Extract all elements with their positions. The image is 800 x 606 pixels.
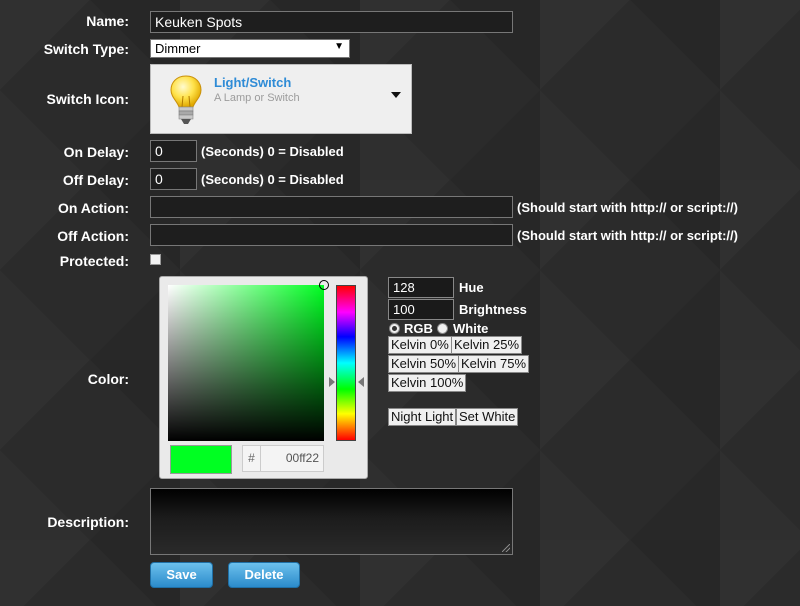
protected-checkbox[interactable]	[150, 254, 161, 265]
set-white-button[interactable]: Set White	[456, 408, 519, 426]
on-delay-input[interactable]: 0	[150, 140, 197, 162]
white-radio[interactable]	[437, 323, 448, 334]
hue-slider-right-arrow-icon	[358, 377, 364, 387]
on-delay-hint: (Seconds) 0 = Disabled	[201, 144, 344, 159]
on-delay-label: On Delay:	[63, 144, 129, 160]
saturation-brightness-area[interactable]	[168, 280, 329, 441]
switch-type-value: Dimmer	[155, 41, 201, 56]
description-label: Description:	[47, 514, 129, 530]
dropdown-arrow-icon	[391, 92, 401, 98]
protected-label: Protected:	[59, 253, 129, 269]
description-textarea[interactable]	[150, 488, 513, 555]
kelvin-100-button[interactable]: Kelvin 100%	[388, 374, 467, 392]
switch-type-label: Switch Type:	[43, 41, 129, 57]
hue-slider[interactable]	[336, 285, 356, 441]
color-label: Color:	[87, 371, 129, 387]
name-input[interactable]: Keuken Spots	[150, 11, 513, 33]
rgb-radio-label: RGB	[404, 321, 433, 336]
white-radio-label: White	[453, 321, 489, 336]
switch-icon-label: Switch Icon:	[46, 91, 129, 107]
on-action-label: On Action:	[57, 200, 129, 216]
on-action-input[interactable]	[150, 196, 513, 218]
kelvin-25-button[interactable]: Kelvin 25%	[451, 336, 523, 354]
off-action-label: Off Action:	[57, 228, 129, 244]
off-delay-hint: (Seconds) 0 = Disabled	[201, 172, 344, 187]
brightness-input[interactable]: 100	[388, 299, 454, 320]
hue-label: Hue	[459, 280, 484, 295]
off-delay-input[interactable]: 0	[150, 168, 197, 190]
color-handle[interactable]	[319, 280, 329, 290]
night-light-button[interactable]: Night Light	[388, 408, 457, 426]
switch-icon-title: Light/Switch	[214, 75, 292, 90]
hex-value: 00ff22	[285, 451, 319, 465]
rgb-radio[interactable]	[389, 323, 400, 334]
delete-button[interactable]: Delete	[228, 562, 300, 588]
switch-type-select[interactable]: Dimmer ▼	[150, 39, 350, 58]
hex-field[interactable]: # 00ff22	[242, 445, 324, 472]
resize-grip-icon[interactable]	[502, 544, 510, 552]
off-action-input[interactable]	[150, 224, 513, 246]
hue-slider-left-arrow-icon	[329, 377, 335, 387]
save-button[interactable]: Save	[150, 562, 213, 588]
dropdown-arrow-icon: ▼	[334, 41, 344, 52]
color-swatch	[170, 445, 232, 474]
kelvin-50-button[interactable]: Kelvin 50%	[388, 355, 460, 373]
switch-icon-subtitle: A Lamp or Switch	[214, 92, 300, 104]
switch-icon-select[interactable]: Light/Switch A Lamp or Switch	[150, 64, 412, 134]
hue-input[interactable]: 128	[388, 277, 454, 298]
name-label: Name:	[86, 13, 129, 29]
kelvin-0-button[interactable]: Kelvin 0%	[388, 336, 452, 354]
on-action-hint: (Should start with http:// or script://)	[517, 200, 738, 215]
lightbulb-icon	[170, 75, 202, 124]
brightness-label: Brightness	[459, 302, 527, 317]
kelvin-75-button[interactable]: Kelvin 75%	[458, 355, 530, 373]
color-picker: # 00ff22	[159, 276, 368, 479]
hash-sign: #	[243, 446, 261, 471]
off-action-hint: (Should start with http:// or script://)	[517, 228, 738, 243]
off-delay-label: Off Delay:	[62, 172, 129, 188]
